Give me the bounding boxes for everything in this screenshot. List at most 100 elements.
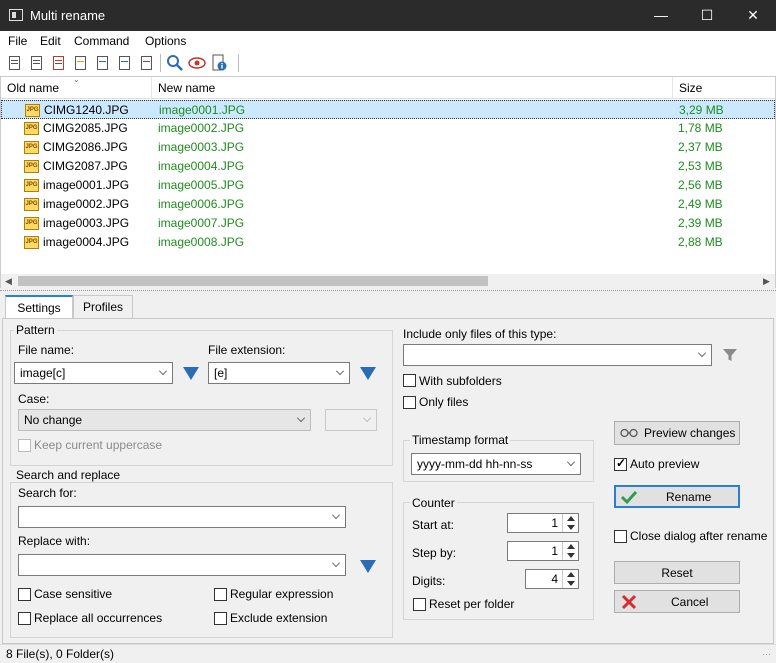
size-cell: 1,78 MB — [678, 121, 723, 135]
menu-file[interactable]: File — [8, 34, 27, 48]
chevron-down-icon — [159, 367, 167, 375]
start-at-spinner[interactable]: 1 — [507, 513, 579, 533]
column-size[interactable]: Size — [673, 77, 775, 99]
include-type-combo[interactable] — [403, 344, 712, 366]
file-row[interactable]: JPG CIMG1240.JPG image0001.JPG 3,29 MB — [1, 100, 775, 119]
keep-uppercase-checkbox[interactable] — [18, 439, 31, 452]
rename-button[interactable]: Rename — [614, 485, 740, 508]
tab-bar: Settings Profiles — [0, 295, 776, 319]
case-sensitive-checkbox[interactable] — [18, 588, 31, 601]
reset-per-folder-checkbox[interactable] — [413, 598, 426, 611]
close-after-rename-checkbox[interactable] — [614, 530, 627, 543]
file-name-insert-arrow-icon[interactable] — [183, 367, 199, 380]
auto-preview-checkbox[interactable] — [614, 456, 627, 471]
only-files-checkbox[interactable] — [403, 396, 416, 409]
sort-arrow-icon: ⌄ — [73, 75, 80, 84]
preview-changes-button[interactable]: Preview changes — [614, 421, 740, 445]
file-row[interactable]: JPG image0001.JPG image0005.JPG 2,56 MB — [1, 176, 775, 195]
case-combo[interactable]: No change — [18, 409, 311, 431]
new-name-cell: image0008.JPG — [158, 235, 245, 249]
paste-names-icon[interactable] — [94, 54, 112, 72]
old-name-cell: CIMG1240.JPG — [44, 103, 129, 117]
minimize-button[interactable]: — — [638, 0, 684, 31]
file-row[interactable]: JPG image0002.JPG image0006.JPG 2,49 MB — [1, 195, 775, 214]
old-name-cell: CIMG2086.JPG — [43, 140, 128, 154]
chevron-down-icon — [567, 458, 575, 466]
replace-with-input[interactable] — [18, 554, 346, 576]
old-name-cell: image0002.JPG — [43, 197, 130, 211]
case-label: Case: — [18, 392, 50, 406]
copy-names-icon[interactable] — [72, 54, 90, 72]
list-view-icon[interactable] — [50, 54, 68, 72]
tab-profiles[interactable]: Profiles — [73, 295, 133, 319]
reset-per-folder-label: Reset per folder — [429, 597, 515, 611]
status-text: 8 File(s), 0 Folder(s) — [6, 647, 115, 661]
exclude-extension-checkbox[interactable] — [214, 612, 227, 625]
search-replace-group-label: Search and replace — [14, 468, 123, 482]
step-by-value: 1 — [551, 544, 558, 558]
load-list-icon[interactable] — [6, 54, 24, 72]
file-info-icon[interactable] — [210, 54, 228, 72]
menu-command[interactable]: Command — [74, 34, 129, 48]
regex-checkbox[interactable] — [214, 588, 227, 601]
jpg-file-icon: JPG — [24, 198, 39, 211]
file-row[interactable]: JPG CIMG2086.JPG image0003.JPG 2,37 MB — [1, 138, 775, 157]
settings-panel: Pattern File name: image[c] File extensi… — [2, 318, 774, 644]
jpg-file-icon: JPG — [24, 179, 39, 192]
step-by-spinner[interactable]: 1 — [507, 541, 579, 561]
resize-grip-icon[interactable]: ⋯ — [762, 649, 771, 660]
reset-button[interactable]: Reset — [614, 561, 740, 584]
horizontal-scrollbar[interactable]: ◀ ▶ — [1, 274, 775, 288]
eye-icon[interactable] — [188, 54, 206, 72]
file-row[interactable]: JPG CIMG2085.JPG image0002.JPG 1,78 MB — [1, 119, 775, 138]
case-value: No change — [24, 413, 83, 427]
size-cell: 2,53 MB — [678, 159, 723, 173]
column-new-name[interactable]: New name — [152, 77, 673, 99]
replace-with-label: Replace with: — [18, 534, 91, 548]
chevron-down-icon — [363, 414, 371, 422]
clear-list-icon[interactable] — [138, 54, 156, 72]
timestamp-format-combo[interactable]: yyyy-mm-dd hh-nn-ss — [411, 453, 581, 475]
spinner-arrows-icon[interactable] — [562, 514, 578, 532]
file-extension-combo[interactable]: [e] — [208, 362, 350, 384]
settings-list-icon[interactable] — [116, 54, 134, 72]
only-files-label: Only files — [419, 395, 469, 409]
scrollbar-thumb[interactable] — [18, 276, 488, 286]
case-option-combo[interactable] — [325, 409, 377, 431]
search-icon[interactable] — [166, 54, 184, 72]
jpg-file-icon: JPG — [25, 104, 40, 117]
menu-options[interactable]: Options — [145, 34, 186, 48]
extension-insert-arrow-icon[interactable] — [360, 367, 376, 380]
cancel-button[interactable]: Cancel — [614, 590, 740, 613]
file-name-combo[interactable]: image[c] — [14, 362, 173, 384]
size-cell: 2,37 MB — [678, 140, 723, 154]
start-at-value: 1 — [551, 516, 558, 530]
search-for-input[interactable] — [18, 506, 346, 528]
file-list[interactable]: Old name ⌄ New name Size JPG CIMG1240.JPG… — [0, 75, 776, 288]
splitter[interactable] — [0, 290, 776, 293]
size-cell: 2,56 MB — [678, 178, 723, 192]
file-row[interactable]: JPG image0004.JPG image0008.JPG 2,88 MB — [1, 233, 775, 252]
close-button[interactable]: ✕ — [730, 0, 776, 31]
tab-settings[interactable]: Settings — [5, 295, 73, 319]
replace-all-checkbox[interactable] — [18, 612, 31, 625]
replace-insert-arrow-icon[interactable] — [360, 560, 376, 573]
menu-edit[interactable]: Edit — [40, 34, 61, 48]
spinner-arrows-icon[interactable] — [562, 542, 578, 560]
with-subfolders-checkbox[interactable] — [403, 374, 416, 387]
counter-group-label: Counter — [410, 496, 457, 510]
edit-list-icon[interactable] — [28, 54, 46, 72]
spinner-arrows-icon[interactable] — [562, 570, 578, 588]
glasses-icon — [620, 425, 638, 442]
menu-bar: File Edit Command Options — [0, 31, 776, 51]
toolbar — [0, 51, 776, 76]
size-cell: 2,39 MB — [678, 216, 723, 230]
file-row[interactable]: JPG CIMG2087.JPG image0004.JPG 2,53 MB — [1, 157, 775, 176]
digits-spinner[interactable]: 4 — [525, 569, 579, 589]
file-row[interactable]: JPG image0003.JPG image0007.JPG 2,39 MB — [1, 214, 775, 233]
scroll-right-icon[interactable]: ▶ — [763, 276, 770, 287]
maximize-button[interactable]: ☐ — [684, 0, 730, 31]
filter-icon[interactable] — [722, 347, 738, 366]
size-cell: 2,88 MB — [678, 235, 723, 249]
scroll-left-icon[interactable]: ◀ — [5, 276, 12, 287]
